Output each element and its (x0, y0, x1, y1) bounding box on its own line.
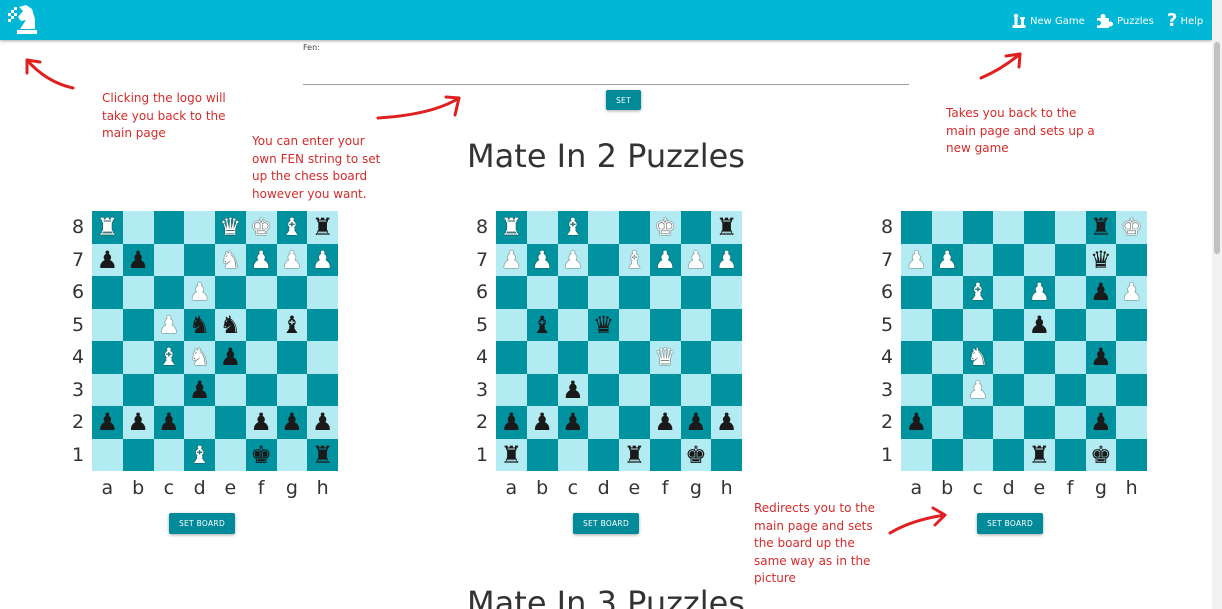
new-game-arrow (979, 52, 1022, 80)
fen-arrow (376, 96, 461, 120)
scrollbar-thumb[interactable] (1214, 42, 1220, 254)
logo-arrow (25, 58, 75, 90)
annotation-arrows (25, 52, 1022, 535)
